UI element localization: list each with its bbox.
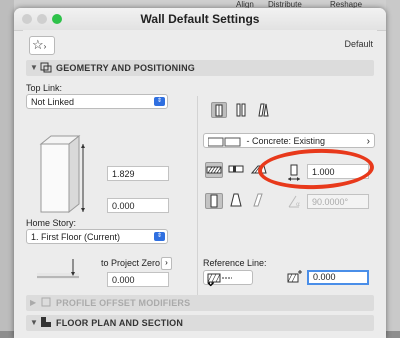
- favorites-button[interactable]: ☆›: [29, 36, 55, 55]
- project-zero-icon: [37, 259, 79, 279]
- slanted-wall-icon: [236, 103, 246, 117]
- default-label: Default: [344, 39, 373, 49]
- straight-profile-icon: [210, 194, 218, 208]
- project-zero-field[interactable]: 0.000: [107, 272, 169, 287]
- home-story-select[interactable]: 1. First Floor (Current) ⇕: [26, 229, 168, 244]
- profile-offset-section-header[interactable]: ▶ PROFILE OFFSET MODIFIERS: [26, 295, 374, 311]
- building-material-select[interactable]: - Concrete: Existing ›: [203, 133, 375, 148]
- disclosure-triangle-icon: ▼: [30, 63, 38, 72]
- svg-text:α: α: [296, 201, 300, 208]
- reference-line-select[interactable]: ⇕: [203, 270, 253, 290]
- profile-offset-icon: [41, 297, 51, 307]
- hatch-rect-icon: [206, 166, 222, 174]
- disclosure-triangle-icon: ▼: [30, 318, 38, 327]
- wall-height-field[interactable]: 1.829: [107, 166, 169, 181]
- window-title: Wall Default Settings: [140, 12, 260, 26]
- chevron-right-icon: ›: [366, 136, 370, 147]
- straight-wall-button[interactable]: [211, 102, 227, 118]
- building-material-value: - Concrete: Existing: [246, 136, 326, 146]
- top-link-label: Top Link:: [26, 83, 63, 93]
- slanted-profile-button[interactable]: [251, 193, 269, 209]
- top-link-value: Not Linked: [31, 97, 75, 107]
- floor-plan-section-header[interactable]: ▼ FLOOR PLAN AND SECTION: [26, 315, 374, 331]
- chevron-updown-icon: ⇕: [154, 232, 165, 241]
- section-title: FLOOR PLAN AND SECTION: [56, 318, 184, 328]
- wall-3d-preview-icon: [39, 134, 85, 214]
- basic-wall-structure-button[interactable]: [205, 162, 223, 178]
- section-title: GEOMETRY AND POSITIONING: [56, 63, 195, 73]
- reference-line-icon: [207, 273, 232, 283]
- home-story-value: 1. First Floor (Current): [31, 232, 121, 242]
- floor-plan-icon: [41, 317, 51, 327]
- slanted-profile-icon: [253, 193, 263, 207]
- double-slanted-wall-icon: [258, 103, 269, 117]
- title-bar: Wall Default Settings: [14, 8, 386, 31]
- slant-angle-icon: α: [288, 195, 300, 208]
- disclosure-triangle-icon: ▶: [30, 298, 37, 307]
- material-swatch-icon: [207, 137, 241, 147]
- section-title: PROFILE OFFSET MODIFIERS: [56, 298, 191, 308]
- geometry-section-header[interactable]: ▼ GEOMETRY AND POSITIONING: [26, 60, 374, 76]
- bottom-offset-field[interactable]: 0.000: [107, 198, 169, 213]
- geometry-icon: [40, 62, 52, 73]
- trapezoid-profile-button[interactable]: [228, 193, 246, 209]
- project-zero-popup-button[interactable]: ›: [161, 257, 172, 270]
- reference-offset-icon: [287, 270, 302, 283]
- to-project-zero-label: to Project Zero: [101, 258, 161, 268]
- slant-angle-field[interactable]: 90.0000°: [307, 194, 369, 209]
- reference-offset-field[interactable]: 0.000: [307, 270, 369, 285]
- double-slanted-wall-button[interactable]: [255, 102, 271, 118]
- reference-line-label: Reference Line:: [203, 258, 267, 268]
- straight-profile-button[interactable]: [205, 193, 223, 209]
- star-icon: ☆: [32, 37, 44, 52]
- straight-wall-icon: [215, 104, 223, 117]
- top-link-select[interactable]: Not Linked ⇕: [26, 94, 168, 109]
- background-left-panel: [0, 0, 14, 331]
- chevron-right-icon: ›: [43, 42, 47, 51]
- trapezoid-profile-icon: [230, 193, 242, 207]
- composite-wall-structure-button[interactable]: [228, 162, 246, 178]
- slanted-wall-button[interactable]: [233, 102, 249, 118]
- column-divider: [197, 96, 198, 308]
- home-story-label: Home Story:: [26, 218, 77, 228]
- composite-icon: [228, 165, 244, 173]
- chevron-updown-icon: ⇕: [154, 97, 165, 106]
- background-right-panel: [386, 0, 400, 331]
